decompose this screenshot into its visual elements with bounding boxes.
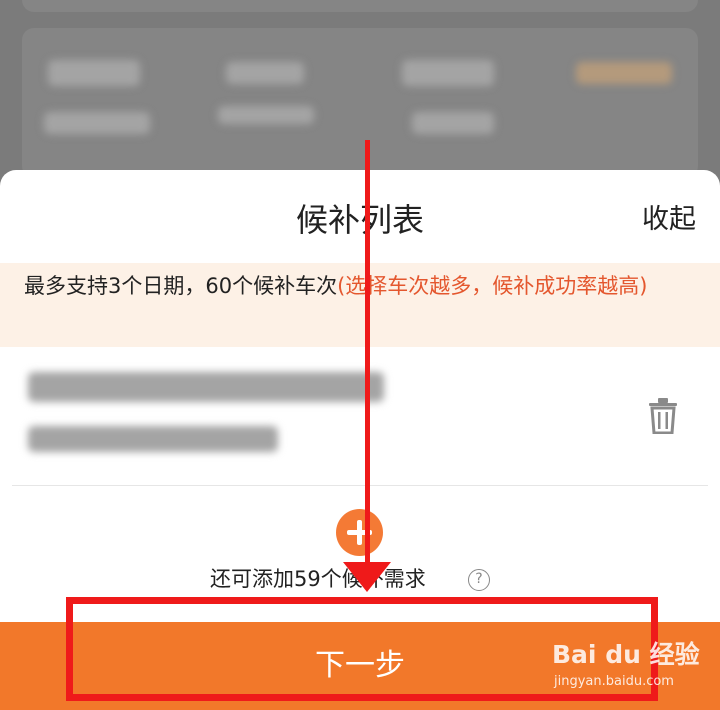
blurred-item-route	[28, 372, 384, 402]
watermark-url: jingyan.baidu.com	[554, 674, 674, 689]
blurred-status-badge	[576, 62, 672, 84]
blurred-depart-time	[48, 60, 140, 86]
waitlist-item[interactable]	[12, 347, 708, 486]
collapse-button[interactable]: 收起	[642, 200, 696, 240]
blurred-duration	[226, 62, 304, 84]
blurred-item-detail	[28, 426, 278, 452]
blurred-depart-station	[44, 112, 150, 134]
background-train-card	[22, 28, 698, 178]
blurred-arrive-time	[402, 60, 494, 86]
annotation-arrow-shaft	[365, 140, 370, 580]
remaining-count-text: 还可添加59个候补需求	[210, 567, 426, 591]
notice-main-text: 最多支持3个日期，60个候补车次	[24, 274, 338, 298]
annotation-arrow-head	[343, 562, 391, 592]
question-circle-icon[interactable]: ?	[468, 569, 490, 591]
watermark-logo: Bai du 经验	[552, 640, 700, 669]
trash-icon[interactable]	[648, 398, 678, 434]
screen: 候补列表 收起 最多支持3个日期，60个候补车次(选择车次越多，候补成功率越高)…	[0, 0, 720, 710]
sheet-title: 候补列表	[295, 201, 424, 239]
notice-hint-text: (选择车次越多，候补成功率越高)	[337, 274, 648, 298]
blurred-arrive-station	[412, 112, 494, 134]
plus-circle-icon[interactable]	[336, 509, 383, 556]
baidu-watermark: Bai du 经验 jingyan.baidu.com	[552, 640, 700, 696]
limit-notice: 最多支持3个日期，60个候补车次(选择车次越多，候补成功率越高)	[0, 263, 720, 347]
blurred-train-number	[218, 106, 314, 124]
background-card-top	[22, 0, 698, 12]
